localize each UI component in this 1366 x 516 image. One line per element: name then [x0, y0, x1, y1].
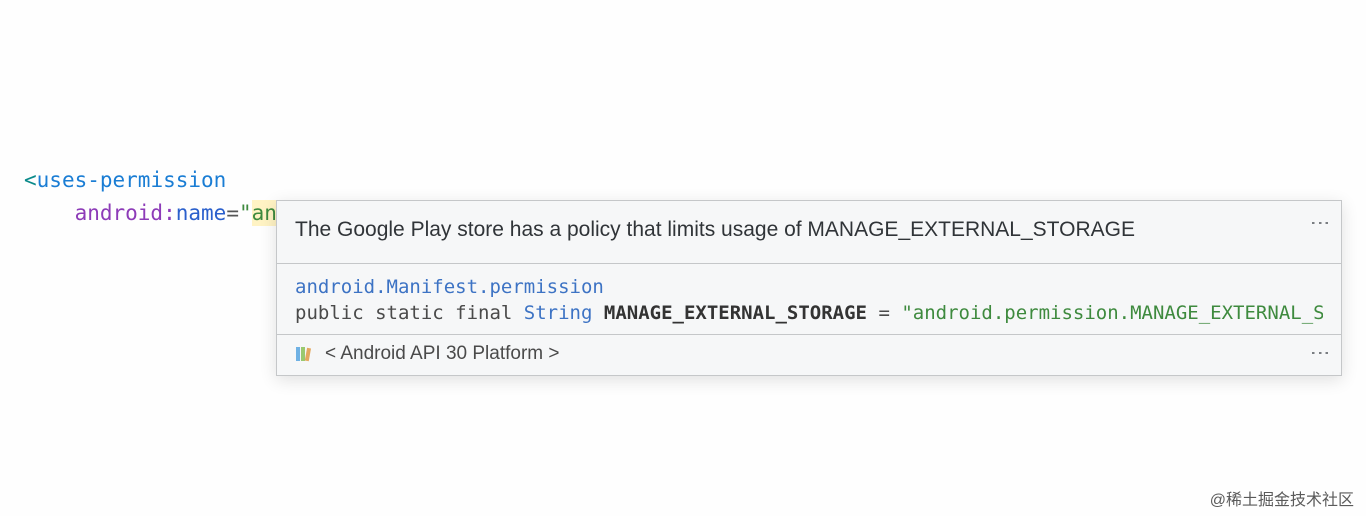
- quick-doc-tooltip: The Google Play store has a policy that …: [276, 200, 1342, 376]
- platform-label: < Android API 30 Platform >: [325, 343, 559, 365]
- attr-name: name: [176, 201, 227, 225]
- xml-line-1: <uses-permission: [24, 168, 226, 192]
- doc-declaration: public static final String MANAGE_EXTERN…: [295, 302, 1323, 324]
- attr-eq: =: [226, 201, 239, 225]
- doc-section: android.Manifest.permission public stati…: [277, 264, 1341, 334]
- tag-open-bracket: <: [24, 168, 37, 192]
- tooltip-footer: < Android API 30 Platform > ⋮: [277, 335, 1341, 375]
- decl-modifiers: public static final: [295, 302, 512, 324]
- watermark: @稀土掘金技术社区: [1210, 486, 1354, 510]
- decl-eq: =: [867, 302, 901, 324]
- footer-more-icon[interactable]: ⋮: [1311, 343, 1331, 361]
- attr-quote-open: ": [239, 201, 252, 225]
- doc-class-link[interactable]: android.Manifest.permission: [295, 276, 1323, 298]
- decl-value: "android.permission.MANAGE_EXTERNAL_ST: [901, 302, 1323, 324]
- library-icon: [295, 344, 315, 364]
- lint-message: The Google Play store has a policy that …: [295, 215, 1323, 245]
- xml-tag-name: uses-permission: [37, 168, 227, 192]
- attr-namespace: android: [75, 201, 164, 225]
- code-editor[interactable]: <uses-permission android:name="android.p…: [0, 0, 1366, 231]
- decl-type: String: [524, 302, 593, 324]
- lint-section: The Google Play store has a policy that …: [277, 201, 1341, 263]
- decl-name: MANAGE_EXTERNAL_STORAGE: [604, 302, 867, 324]
- more-actions-icon[interactable]: ⋮: [1311, 213, 1331, 231]
- attr-colon: :: [163, 201, 176, 225]
